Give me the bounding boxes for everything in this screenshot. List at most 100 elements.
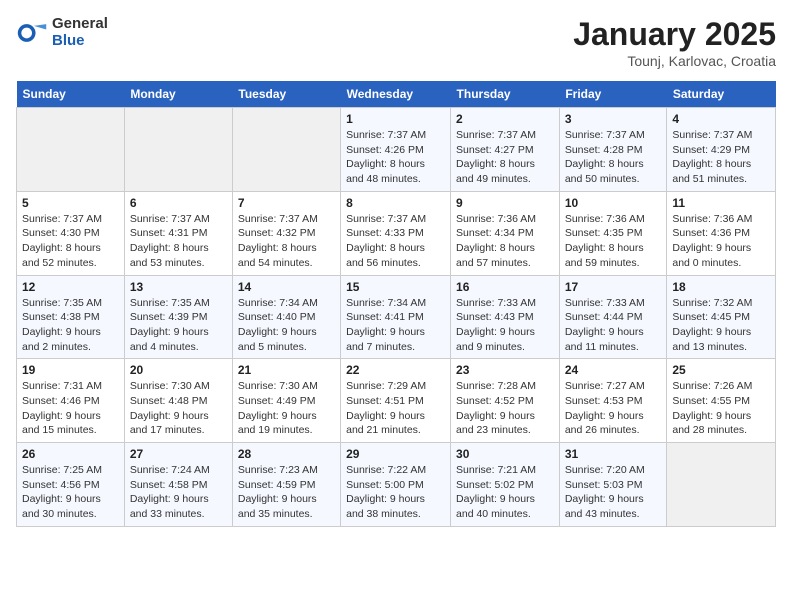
calendar-header: SundayMondayTuesdayWednesdayThursdayFrid… <box>17 81 776 108</box>
calendar-cell: 27Sunrise: 7:24 AM Sunset: 4:58 PM Dayli… <box>124 443 232 527</box>
calendar-cell: 30 Sunrise: 7:21 AM Sunset: 5:02 PM Dayli… <box>451 443 560 527</box>
day-info: Sunrise: 7:37 AM Sunset: 4:26 PM Dayligh… <box>346 128 445 187</box>
day-info: Sunrise: 7:37 AM Sunset: 4:30 PM Dayligh… <box>22 212 119 271</box>
day-number: 11 <box>672 196 770 210</box>
calendar-week-row: 26 Sunrise: 7:25 AM Sunset: 4:56 PM Dayli… <box>17 443 776 527</box>
day-info: Sunrise: 7:35 AM Sunset: 4:38 PM Dayligh… <box>22 296 119 355</box>
location-subtitle: Tounj, Karlovac, Croatia <box>573 53 776 69</box>
calendar-cell: 8Sunrise: 7:37 AM Sunset: 4:33 PM Daylig… <box>341 191 451 275</box>
calendar-cell: 28 Sunrise: 7:23 AM Sunset: 4:59 PM Dayli… <box>232 443 340 527</box>
day-number: 3 <box>565 112 662 126</box>
day-info: Sunrise: 7:30 AM Sunset: 4:48 PM Dayligh… <box>130 379 227 438</box>
day-info: Sunrise: 7:36 AM Sunset: 4:36 PM Dayligh… <box>672 212 770 271</box>
calendar-cell: 5 Sunrise: 7:37 AM Sunset: 4:30 PM Daylig… <box>17 191 125 275</box>
day-number: 26 <box>22 447 119 461</box>
calendar-cell: 6 Sunrise: 7:37 AM Sunset: 4:31 PM Daylig… <box>124 191 232 275</box>
day-number: 7 <box>238 196 335 210</box>
logo: General Blue <box>16 16 108 49</box>
day-number: 30 <box>456 447 554 461</box>
calendar-cell: 23 Sunrise: 7:28 AM Sunset: 4:52 PM Dayli… <box>451 359 560 443</box>
calendar-cell: 19 Sunrise: 7:31 AM Sunset: 4:46 PM Dayli… <box>17 359 125 443</box>
calendar-cell: 9Sunrise: 7:36 AM Sunset: 4:34 PM Daylig… <box>451 191 560 275</box>
calendar-cell: 2 Sunrise: 7:37 AM Sunset: 4:27 PM Daylig… <box>451 108 560 192</box>
calendar-cell <box>232 108 340 192</box>
day-number: 15 <box>346 280 445 294</box>
day-number: 17 <box>565 280 662 294</box>
logo-blue-text: Blue <box>52 33 108 50</box>
calendar-cell: 17 Sunrise: 7:33 AM Sunset: 4:44 PM Dayli… <box>559 275 667 359</box>
calendar-cell: 20 Sunrise: 7:30 AM Sunset: 4:48 PM Dayli… <box>124 359 232 443</box>
day-number: 18 <box>672 280 770 294</box>
day-info: Sunrise: 7:37 AM Sunset: 4:31 PM Dayligh… <box>130 212 227 271</box>
day-number: 9 <box>456 196 554 210</box>
calendar-week-row: 12 Sunrise: 7:35 AM Sunset: 4:38 PM Dayli… <box>17 275 776 359</box>
day-info: Sunrise: 7:31 AM Sunset: 4:46 PM Dayligh… <box>22 379 119 438</box>
day-number: 25 <box>672 363 770 377</box>
day-info: Sunrise: 7:36 AM Sunset: 4:35 PM Dayligh… <box>565 212 662 271</box>
day-number: 20 <box>130 363 227 377</box>
calendar-cell: 11 Sunrise: 7:36 AM Sunset: 4:36 PM Dayli… <box>667 191 776 275</box>
calendar-cell: 1Sunrise: 7:37 AM Sunset: 4:26 PM Daylig… <box>341 108 451 192</box>
calendar-cell: 15 Sunrise: 7:34 AM Sunset: 4:41 PM Dayli… <box>341 275 451 359</box>
day-info: Sunrise: 7:37 AM Sunset: 4:29 PM Dayligh… <box>672 128 770 187</box>
weekday-header: Thursday <box>451 81 560 108</box>
calendar-cell: 26 Sunrise: 7:25 AM Sunset: 4:56 PM Dayli… <box>17 443 125 527</box>
weekday-header: Tuesday <box>232 81 340 108</box>
logo-icon <box>16 17 48 49</box>
calendar-cell: 29Sunrise: 7:22 AM Sunset: 5:00 PM Dayli… <box>341 443 451 527</box>
weekday-header: Saturday <box>667 81 776 108</box>
weekday-header-row: SundayMondayTuesdayWednesdayThursdayFrid… <box>17 81 776 108</box>
calendar-table: SundayMondayTuesdayWednesdayThursdayFrid… <box>16 81 776 527</box>
calendar-cell: 14Sunrise: 7:34 AM Sunset: 4:40 PM Dayli… <box>232 275 340 359</box>
calendar-cell: 21Sunrise: 7:30 AM Sunset: 4:49 PM Dayli… <box>232 359 340 443</box>
calendar-cell <box>124 108 232 192</box>
calendar-week-row: 19 Sunrise: 7:31 AM Sunset: 4:46 PM Dayli… <box>17 359 776 443</box>
day-info: Sunrise: 7:37 AM Sunset: 4:28 PM Dayligh… <box>565 128 662 187</box>
day-number: 4 <box>672 112 770 126</box>
day-info: Sunrise: 7:23 AM Sunset: 4:59 PM Dayligh… <box>238 463 335 522</box>
day-number: 13 <box>130 280 227 294</box>
day-info: Sunrise: 7:37 AM Sunset: 4:27 PM Dayligh… <box>456 128 554 187</box>
logo-general-text: General <box>52 16 108 33</box>
day-number: 22 <box>346 363 445 377</box>
day-info: Sunrise: 7:29 AM Sunset: 4:51 PM Dayligh… <box>346 379 445 438</box>
day-number: 29 <box>346 447 445 461</box>
day-info: Sunrise: 7:27 AM Sunset: 4:53 PM Dayligh… <box>565 379 662 438</box>
title-block: January 2025 Tounj, Karlovac, Croatia <box>573 16 776 69</box>
day-number: 5 <box>22 196 119 210</box>
day-number: 6 <box>130 196 227 210</box>
day-number: 12 <box>22 280 119 294</box>
day-info: Sunrise: 7:35 AM Sunset: 4:39 PM Dayligh… <box>130 296 227 355</box>
calendar-cell: 22 Sunrise: 7:29 AM Sunset: 4:51 PM Dayli… <box>341 359 451 443</box>
calendar-cell: 24 Sunrise: 7:27 AM Sunset: 4:53 PM Dayli… <box>559 359 667 443</box>
day-number: 21 <box>238 363 335 377</box>
calendar-cell: 12 Sunrise: 7:35 AM Sunset: 4:38 PM Dayli… <box>17 275 125 359</box>
calendar-cell: 10Sunrise: 7:36 AM Sunset: 4:35 PM Dayli… <box>559 191 667 275</box>
day-info: Sunrise: 7:33 AM Sunset: 4:44 PM Dayligh… <box>565 296 662 355</box>
day-info: Sunrise: 7:21 AM Sunset: 5:02 PM Dayligh… <box>456 463 554 522</box>
day-info: Sunrise: 7:25 AM Sunset: 4:56 PM Dayligh… <box>22 463 119 522</box>
weekday-header: Sunday <box>17 81 125 108</box>
calendar-cell: 25Sunrise: 7:26 AM Sunset: 4:55 PM Dayli… <box>667 359 776 443</box>
calendar-cell: 3 Sunrise: 7:37 AM Sunset: 4:28 PM Daylig… <box>559 108 667 192</box>
day-number: 19 <box>22 363 119 377</box>
day-info: Sunrise: 7:34 AM Sunset: 4:40 PM Dayligh… <box>238 296 335 355</box>
day-info: Sunrise: 7:37 AM Sunset: 4:32 PM Dayligh… <box>238 212 335 271</box>
calendar-week-row: 1Sunrise: 7:37 AM Sunset: 4:26 PM Daylig… <box>17 108 776 192</box>
day-info: Sunrise: 7:28 AM Sunset: 4:52 PM Dayligh… <box>456 379 554 438</box>
calendar-cell <box>17 108 125 192</box>
day-info: Sunrise: 7:34 AM Sunset: 4:41 PM Dayligh… <box>346 296 445 355</box>
weekday-header: Wednesday <box>341 81 451 108</box>
day-number: 24 <box>565 363 662 377</box>
month-title: January 2025 <box>573 16 776 53</box>
day-number: 2 <box>456 112 554 126</box>
calendar-cell: 4 Sunrise: 7:37 AM Sunset: 4:29 PM Daylig… <box>667 108 776 192</box>
day-number: 28 <box>238 447 335 461</box>
calendar-body: 1Sunrise: 7:37 AM Sunset: 4:26 PM Daylig… <box>17 108 776 527</box>
day-number: 27 <box>130 447 227 461</box>
calendar-cell <box>667 443 776 527</box>
day-number: 31 <box>565 447 662 461</box>
day-number: 23 <box>456 363 554 377</box>
calendar-cell: 18Sunrise: 7:32 AM Sunset: 4:45 PM Dayli… <box>667 275 776 359</box>
weekday-header: Friday <box>559 81 667 108</box>
